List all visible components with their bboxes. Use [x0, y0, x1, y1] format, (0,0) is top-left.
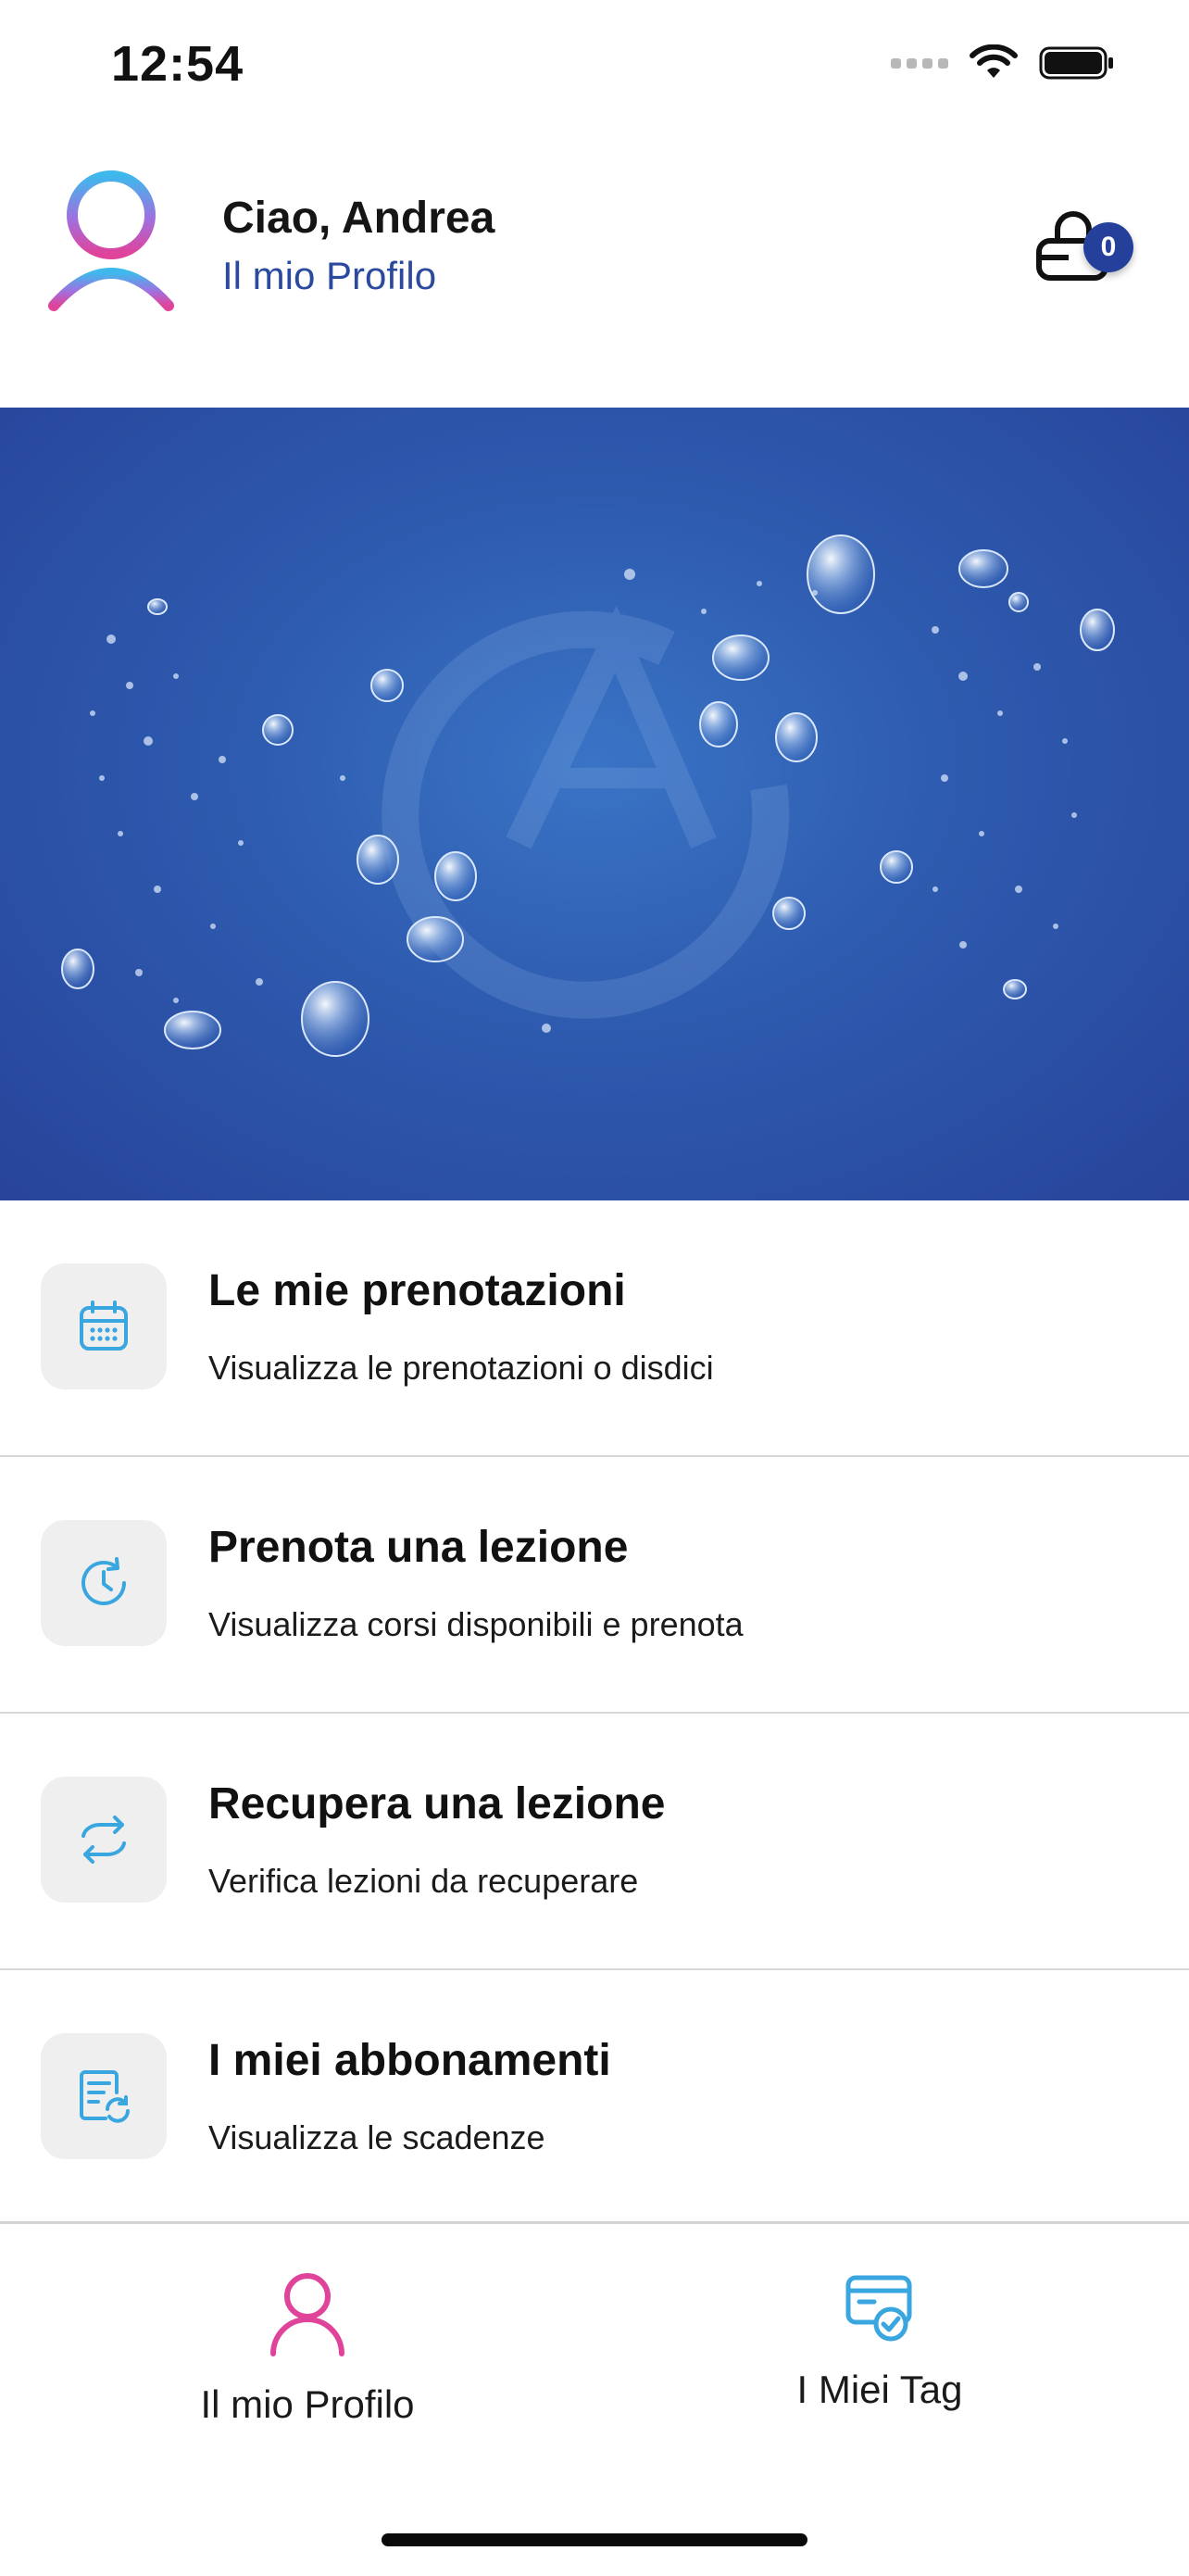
menu-item-subtitle: Visualizza le scadenze	[208, 2118, 545, 2156]
water-drops-logo-image	[61, 534, 1115, 1057]
tab-my-tags[interactable]: I Miei Tag	[685, 2270, 1074, 2412]
battery-icon	[1039, 46, 1113, 80]
menu-icon-container	[41, 1263, 167, 1389]
subscription-icon	[80, 2070, 130, 2123]
hero-banner	[0, 408, 1189, 1200]
tab-label: I Miei Tag	[796, 2368, 963, 2411]
profile-link[interactable]: Il mio Profilo	[222, 254, 436, 298]
menu-item-subtitle: Visualizza corsi disponibili e prenota	[208, 1605, 744, 1643]
home-indicator[interactable]	[382, 2533, 807, 2546]
menu-item-book-lesson[interactable]: Prenota una lezione Visualizza corsi dis…	[0, 1457, 1189, 1714]
cart-button[interactable]: 0	[1032, 204, 1133, 287]
menu-item-title: Prenota una lezione	[208, 1523, 629, 1572]
sync-icon	[81, 1816, 126, 1864]
menu-item-my-bookings[interactable]: Le mie prenotazioni Visualizza le prenot…	[0, 1200, 1189, 1457]
status-bar: 12:54	[0, 0, 1189, 139]
header: Ciao, Andrea Il mio Profilo 0	[0, 157, 1189, 371]
clock-refresh-icon	[81, 1557, 126, 1605]
cart-count-badge: 0	[1083, 222, 1133, 272]
menu-list: Le mie prenotazioni Visualizza le prenot…	[0, 1200, 1189, 2227]
menu-item-recover-lesson[interactable]: Recupera una lezione Verifica lezioni da…	[0, 1714, 1189, 1970]
menu-item-title: Le mie prenotazioni	[208, 1266, 626, 1315]
menu-item-subtitle: Verifica lezioni da recuperare	[208, 1862, 639, 1900]
calendar-icon	[80, 1301, 128, 1351]
menu-item-subtitle: Visualizza le prenotazioni o disdici	[208, 1349, 714, 1387]
card-check-icon	[845, 2275, 912, 2342]
status-time: 12:54	[111, 36, 244, 92]
menu-icon-container	[41, 2033, 167, 2159]
cellular-signal-icon	[891, 57, 948, 69]
menu-item-title: Recupera una lezione	[208, 1779, 666, 1828]
menu-icon-container	[41, 1520, 167, 1646]
bottom-tab-bar: Il mio Profilo I Miei Tag	[0, 2221, 1189, 2576]
wifi-icon	[970, 44, 1018, 78]
person-icon	[270, 2273, 344, 2356]
menu-icon-container	[41, 1777, 167, 1903]
greeting-text: Ciao, Andrea	[222, 194, 495, 243]
tab-label: Il mio Profilo	[200, 2382, 415, 2426]
avatar-icon[interactable]	[46, 167, 176, 315]
menu-item-subscriptions[interactable]: I miei abbonamenti Visualizza le scadenz…	[0, 1970, 1189, 2227]
status-indicators	[891, 44, 1115, 82]
menu-item-title: I miei abbonamenti	[208, 2036, 611, 2085]
tab-my-profile[interactable]: Il mio Profilo	[113, 2270, 502, 2427]
